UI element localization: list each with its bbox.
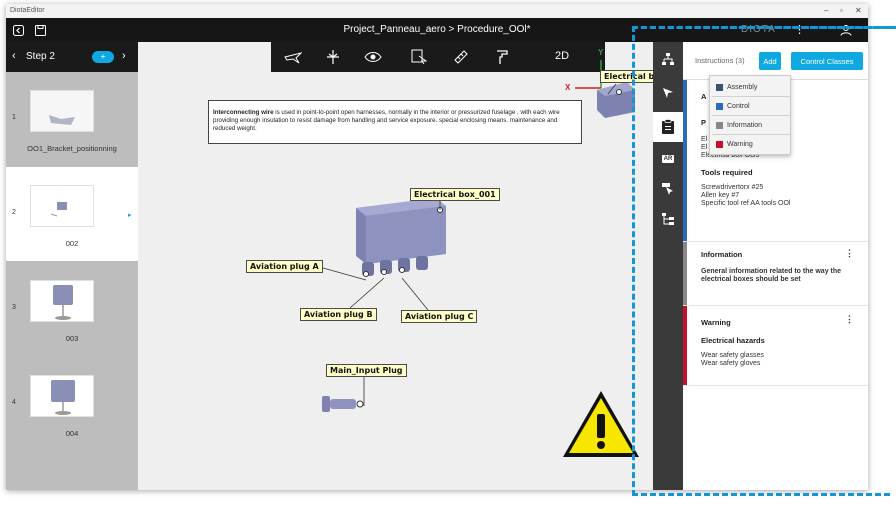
active-slide-indicator-icon: ▸ bbox=[128, 212, 132, 219]
slide-thumbnail bbox=[30, 280, 94, 322]
add-step-button[interactable]: + bbox=[92, 51, 114, 63]
window-title: DiotaEditor bbox=[10, 7, 45, 14]
slide-label: OO1_Bracket_positionning bbox=[27, 144, 117, 153]
slide-label: 004 bbox=[65, 429, 79, 438]
minimize-button[interactable]: – bbox=[824, 6, 828, 15]
highlight-overlay-top-extension bbox=[632, 26, 896, 29]
callout-aviation-plug-a[interactable]: Aviation plug A bbox=[246, 260, 323, 273]
slide-label: 003 bbox=[65, 334, 79, 343]
callout-aviation-plug-b[interactable]: Aviation plug B bbox=[300, 308, 377, 321]
callout-electrical-box-001[interactable]: Electrical box_001 bbox=[410, 188, 500, 201]
steps-panel: ‹ Step 2 + › 1 OO1_Bracket_positionning … bbox=[6, 42, 138, 490]
step-label: Step 2 bbox=[26, 51, 55, 62]
slide-thumbnail bbox=[30, 185, 94, 227]
slide-number: 2 bbox=[12, 209, 16, 216]
slide-thumbnail bbox=[30, 90, 94, 132]
slide-number: 4 bbox=[12, 399, 16, 406]
previous-step-icon[interactable]: ‹ bbox=[12, 50, 16, 62]
close-button[interactable]: ✕ bbox=[855, 6, 862, 15]
highlight-overlay bbox=[632, 26, 890, 496]
warning-sign-icon[interactable] bbox=[561, 388, 641, 460]
slide-item[interactable]: 4 004 bbox=[6, 357, 138, 451]
window-titlebar: DiotaEditor – ▫ ✕ bbox=[6, 4, 868, 18]
slide-item[interactable]: 3 003 bbox=[6, 262, 138, 356]
slide-item[interactable]: 1 OO1_Bracket_positionning bbox=[6, 72, 138, 166]
slide-item[interactable]: 2 ▸ 002 bbox=[6, 167, 138, 261]
slide-number: 1 bbox=[12, 114, 16, 121]
step-navigator: ‹ Step 2 + › bbox=[6, 42, 138, 72]
callout-main-input-plug[interactable]: Main_Input Plug bbox=[326, 364, 407, 377]
slide-number: 3 bbox=[12, 304, 16, 311]
slide-label: 002 bbox=[65, 239, 79, 248]
callout-aviation-plug-c[interactable]: Aviation plug C bbox=[401, 310, 478, 323]
slide-thumbnail bbox=[30, 375, 94, 417]
slide-list: 1 OO1_Bracket_positionning 2 ▸ 002 3 003… bbox=[6, 72, 138, 490]
maximize-button[interactable]: ▫ bbox=[840, 6, 843, 15]
next-step-icon[interactable]: › bbox=[122, 50, 126, 62]
